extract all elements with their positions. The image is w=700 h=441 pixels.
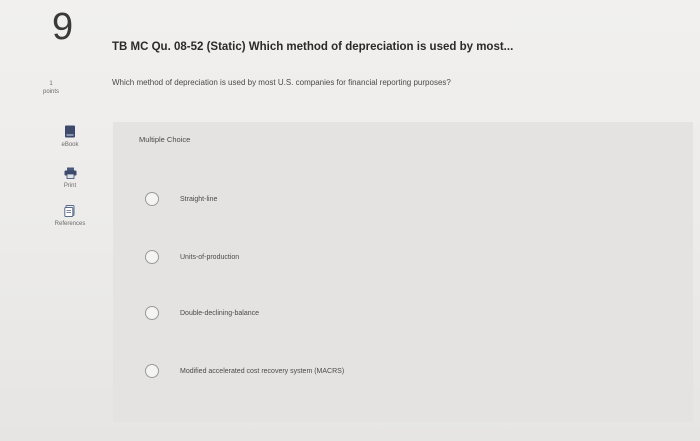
multiple-choice-label: Multiple Choice [139, 135, 191, 144]
references-button[interactable]: References [40, 205, 100, 227]
question-title: TB MC Qu. 08-52 (Static) Which method of… [112, 41, 514, 53]
ebook-label: eBook [61, 142, 79, 148]
radio-button[interactable] [145, 364, 159, 378]
radio-button[interactable] [145, 306, 159, 320]
points-indicator: 1 points [36, 80, 66, 96]
choice-label: Double-declining-balance [180, 309, 259, 317]
choice-option[interactable]: Double-declining-balance [145, 304, 259, 322]
choice-label: Units-of-production [180, 253, 240, 261]
choice-option[interactable]: Modified accelerated cost recovery syste… [145, 362, 344, 380]
radio-button[interactable] [145, 250, 159, 264]
choice-label: Modified accelerated cost recovery syste… [180, 367, 345, 375]
choice-option[interactable]: Units-of-production [145, 248, 239, 266]
print-label: Print [63, 183, 77, 189]
question-number: 9 [52, 6, 74, 48]
choice-option[interactable]: Straight-line [145, 190, 217, 208]
print-button[interactable]: Print [40, 167, 100, 189]
question-text: Which method of depreciation is used by … [112, 78, 451, 87]
book-icon [40, 125, 100, 140]
ebook-button[interactable]: eBook [40, 125, 100, 148]
printer-icon [40, 167, 100, 181]
references-label: References [54, 221, 86, 227]
choice-label: Straight-line [180, 195, 218, 203]
radio-button[interactable] [145, 192, 159, 206]
points-value: 1 [49, 81, 53, 87]
points-label: points [42, 89, 59, 95]
question-page: 9 1 points eBook Print References TB MC … [0, 0, 700, 441]
references-icon [40, 205, 100, 219]
